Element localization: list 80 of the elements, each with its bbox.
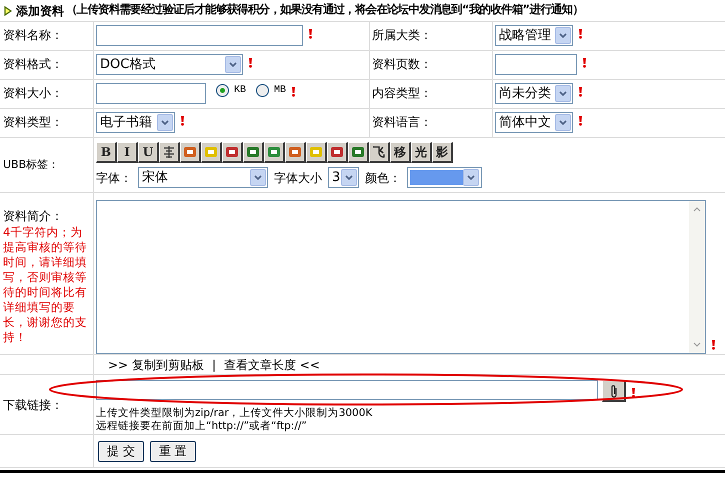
field-label: 所属大类：	[372, 28, 432, 42]
required-icon	[711, 340, 716, 350]
toolbar-button[interactable]	[180, 142, 201, 163]
chevron-down-icon	[161, 120, 169, 125]
radio-button[interactable]	[256, 84, 270, 97]
input-field[interactable]	[96, 83, 206, 104]
required-icon	[291, 87, 296, 97]
form-button[interactable]: 重 置	[150, 440, 196, 462]
required-icon	[631, 388, 636, 398]
toolbar-button[interactable]: 移	[390, 142, 411, 163]
form-button[interactable]: 提 交	[98, 440, 144, 462]
download-link-field[interactable]	[96, 380, 598, 400]
color-swatch	[410, 170, 463, 185]
input-field[interactable]	[96, 25, 303, 46]
required-icon	[578, 116, 583, 126]
font-size-label: 字体大小	[274, 170, 322, 186]
select-field[interactable]: 战略管理	[495, 25, 573, 46]
field-label: 资料页数：	[372, 57, 432, 71]
upload-limit-note: 上传文件类型限制为zip/rar，上传文件大小限制为3000K	[96, 407, 374, 420]
color-select[interactable]	[407, 167, 482, 188]
field-label: UBB标签：	[3, 156, 60, 173]
toolbar-button[interactable]	[243, 142, 264, 163]
toolbar-button[interactable]: 影	[432, 142, 453, 163]
font-label: 字体：	[96, 170, 132, 186]
select-field[interactable]: 尚未分类	[495, 83, 573, 104]
chevron-down-icon	[467, 175, 475, 180]
radio-button[interactable]	[216, 84, 229, 97]
toolbar-button[interactable]	[201, 142, 222, 163]
toolbar-button[interactable]	[348, 142, 369, 163]
separator-text: |	[212, 356, 216, 374]
required-icon	[578, 87, 583, 97]
unit-label: KB	[234, 84, 246, 98]
center-align-icon	[162, 145, 176, 159]
chevron-down-icon	[559, 33, 567, 38]
toolbar-button[interactable]	[285, 142, 306, 163]
toolbar-button[interactable]: 飞	[369, 142, 390, 163]
chevron-down-icon	[229, 62, 237, 67]
required-icon	[180, 116, 185, 126]
chevron-down-icon	[345, 175, 353, 180]
chevron-down-icon	[559, 91, 567, 96]
copy-to-clipboard-link[interactable]: >> 复制到剪贴板	[108, 356, 204, 374]
hint-text: 4千字符内；为提高审核的等待时间，请详细填写，否则审核等待的时间将比有详细填写的要长，谢谢您的支持！	[3, 225, 88, 345]
toolbar-button[interactable]: U	[138, 142, 159, 163]
toolbar-button[interactable]: B	[96, 142, 117, 163]
required-icon	[578, 29, 583, 39]
select-field[interactable]: 宋体	[138, 167, 268, 188]
section-title: 添加资料	[16, 2, 64, 20]
paperclip-icon	[610, 384, 618, 398]
field-label: 资料语言：	[372, 115, 432, 129]
input-field[interactable]	[495, 54, 577, 75]
required-icon	[582, 58, 587, 68]
toolbar-button[interactable]	[264, 142, 285, 163]
field-label: 内容类型：	[372, 86, 432, 100]
select-field[interactable]: 3	[328, 167, 359, 188]
field-label: 资料简介：	[3, 208, 64, 225]
color-label: 颜色：	[365, 170, 401, 186]
field-label: 资料大小：	[3, 86, 63, 100]
required-icon	[308, 29, 313, 39]
required-icon	[248, 58, 253, 68]
chevron-down-icon	[254, 175, 262, 180]
select-field[interactable]: 电子书籍	[96, 112, 175, 133]
toolbar-button[interactable]	[222, 142, 243, 163]
toolbar-button[interactable]	[327, 142, 348, 163]
unit-label: MB	[274, 84, 286, 98]
check-length-link[interactable]: 查看文章长度 <<	[224, 356, 320, 374]
toolbar-button[interactable]: I	[117, 142, 138, 163]
toolbar-button[interactable]	[159, 142, 180, 163]
select-field[interactable]: 简体中文	[495, 112, 573, 133]
scrollbar[interactable]	[689, 201, 705, 353]
field-label: 下载链接：	[3, 396, 63, 414]
toolbar-button[interactable]	[306, 142, 327, 163]
remote-link-note: 远程链接要在前面加上“http://”或者“ftp://”	[96, 420, 308, 433]
header-note: （上传资料需要经过验证后才能够获得积分，如果没有通过，将会在论坛中发消息到“我的收件箱”进行通知）	[66, 2, 584, 18]
field-label: 资料名称：	[3, 28, 63, 42]
chevron-down-icon	[559, 120, 567, 125]
toolbar-button[interactable]: 光	[411, 142, 432, 163]
field-label: 资料格式：	[3, 57, 63, 71]
field-label: 资料类型：	[3, 115, 63, 129]
play-arrow-icon	[4, 6, 12, 16]
select-field[interactable]: DOC格式	[96, 54, 243, 75]
